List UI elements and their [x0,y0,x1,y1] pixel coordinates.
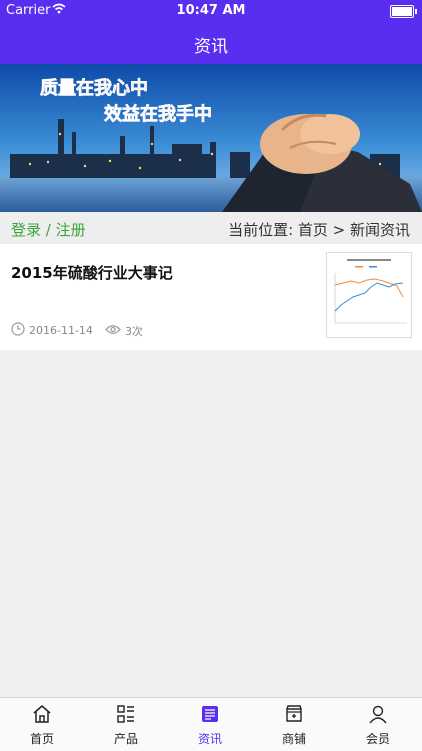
login-register-link[interactable]: 登录 / 注册 [11,219,86,240]
breadcrumb: 登录 / 注册 当前位置: 首页 > 新闻资讯 [0,212,422,244]
clock-icon [11,322,25,339]
news-icon [202,706,218,722]
page-title: 资讯 [194,37,228,57]
banner-slogan-line1: 质量在我心中 [40,77,148,99]
news-thumbnail[interactable] [326,252,412,338]
tab-store-label: 商铺 [281,732,306,746]
status-bar: Carrier 10:47 AM [0,0,422,22]
tab-news[interactable]: 资讯 [168,698,252,751]
tab-store[interactable]: 商铺 [252,698,336,751]
news-view-count: 3次 [124,324,143,338]
tab-home-label: 首页 [29,732,54,746]
tab-home[interactable]: 首页 [0,698,84,751]
current-location: 当前位置: 首页 > 新闻资讯 [228,221,410,239]
news-meta: 2016-11-14 3次 [11,322,143,339]
clock: 10:47 AM [176,3,246,18]
store-icon [286,705,302,722]
home-icon [33,705,51,723]
banner-slogan-line2: 效益在我手中 [104,103,212,125]
banner-image[interactable]: 质量在我心中 效益在我手中 [0,64,422,212]
grid-list-icon [117,705,134,723]
tab-bar: 首页 产品 资讯 商铺 会员 [0,697,422,751]
news-list-item[interactable]: 2015年硫酸行业大事记 2016-11-14 3次 [0,244,422,350]
tab-member-label: 会员 [365,732,390,746]
tab-news-label: 资讯 [197,732,222,746]
tab-member[interactable]: 会员 [336,698,420,751]
user-icon [369,705,387,724]
news-title[interactable]: 2015年硫酸行业大事记 [11,262,173,283]
news-views: 3次 [105,323,143,339]
battery-icon [390,5,417,18]
eye-icon [105,324,121,338]
tab-products-label: 产品 [113,732,138,746]
navigation-bar: 资讯 [0,22,422,64]
tab-products[interactable]: 产品 [84,698,168,751]
news-date: 2016-11-14 [29,324,93,337]
